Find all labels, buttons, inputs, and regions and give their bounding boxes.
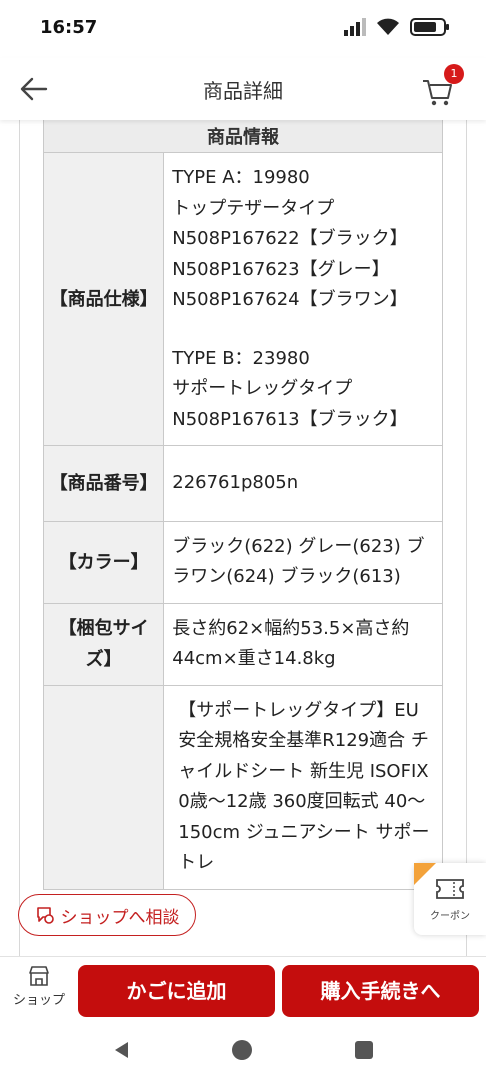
- table-heading: 商品情報: [43, 120, 443, 153]
- bottom-action-bar: ショップ かごに追加 購入手続きへ: [0, 956, 486, 1020]
- row-value-package-size: 長さ約62×幅約53.5×高さ約44cm×重さ14.8kg: [163, 602, 443, 686]
- coupon-flag: [414, 863, 436, 885]
- spec-line: TYPE B：23980: [172, 347, 310, 369]
- cart-count-badge: 1: [444, 64, 464, 84]
- nav-home-icon[interactable]: [232, 1040, 252, 1060]
- row-value-item-number: 226761p805n: [163, 445, 443, 522]
- product-info-table: 商品情報 【商品仕様】 TYPE A：19980 トップテザータイプ N508P…: [42, 120, 443, 890]
- spec-line: N508P167624【ブラワン】: [172, 289, 408, 310]
- status-time: 16:57: [40, 17, 98, 38]
- system-nav-bar: [0, 1020, 486, 1080]
- table-row: 【カラー】 ブラック(622) グレー(623) ブラワン(624) ブラック(…: [42, 520, 443, 604]
- spec-line: サポートレッグタイプ: [172, 378, 353, 399]
- add-to-cart-button[interactable]: かごに追加: [78, 965, 275, 1017]
- shop-consult-button[interactable]: ショップへ相談: [18, 894, 196, 936]
- shop-tab[interactable]: ショップ: [0, 963, 78, 1017]
- wifi-icon: [377, 18, 399, 35]
- spec-line: N508P167623【グレー】: [172, 258, 390, 280]
- table-row: 【商品番号】 226761p805n: [42, 445, 443, 522]
- battery-icon: [410, 18, 449, 36]
- table-row: 【商品仕様】 TYPE A：19980 トップテザータイプ N508P16762…: [42, 152, 443, 446]
- spec-line: N508P167613【ブラック】: [172, 408, 408, 430]
- table-row: 【サポートレッグタイプ】EU安全規格安全基準R129適合 チャイルドシート 新生…: [42, 684, 443, 890]
- coupon-button[interactable]: クーポン: [414, 863, 486, 935]
- app-header: 商品詳細 1: [0, 58, 486, 120]
- nav-recent-icon[interactable]: [355, 1041, 373, 1059]
- row-label-package-size: 【梱包サイズ】: [42, 602, 165, 686]
- product-detail-content: 商品情報 【商品仕様】 TYPE A：19980 トップテザータイプ N508P…: [0, 120, 486, 956]
- cellular-signal-icon: [344, 18, 366, 36]
- spec-line: トップテザータイプ: [172, 197, 335, 219]
- coupon-icon: [436, 879, 464, 899]
- shop-icon: [29, 966, 49, 986]
- cart-button[interactable]: 1: [420, 64, 464, 110]
- row-label-item-number: 【商品番号】: [42, 445, 165, 522]
- shop-consult-label: ショップへ相談: [60, 907, 180, 928]
- status-bar: 16:57: [0, 0, 486, 58]
- table-row: 【梱包サイズ】 長さ約62×幅約53.5×高さ約44cm×重さ14.8kg: [42, 602, 443, 686]
- row-value-spec: TYPE A：19980 トップテザータイプ N508P167622【ブラック】…: [163, 152, 443, 446]
- row-label-description: [42, 684, 165, 890]
- shop-tab-label: ショップ: [12, 993, 65, 1008]
- coupon-label: クーポン: [430, 911, 470, 922]
- row-label-spec: 【商品仕様】: [42, 152, 165, 446]
- nav-back-icon[interactable]: [112, 1040, 132, 1060]
- row-label-color: 【カラー】: [42, 520, 165, 604]
- row-value-color: ブラック(622) グレー(623) ブラワン(624) ブラック(613): [163, 520, 443, 604]
- spec-line: N508P167622【ブラック】: [172, 228, 408, 249]
- purchase-button[interactable]: 購入手続きへ: [282, 965, 479, 1017]
- row-value-description: 【サポートレッグタイプ】EU安全規格安全基準R129適合 チャイルドシート 新生…: [163, 684, 443, 890]
- spec-line-blank: [172, 316, 434, 344]
- page-title: 商品詳細: [203, 79, 283, 103]
- spec-line: TYPE A：19980: [172, 167, 310, 188]
- status-icons: [344, 18, 449, 36]
- chat-icon: [36, 907, 54, 924]
